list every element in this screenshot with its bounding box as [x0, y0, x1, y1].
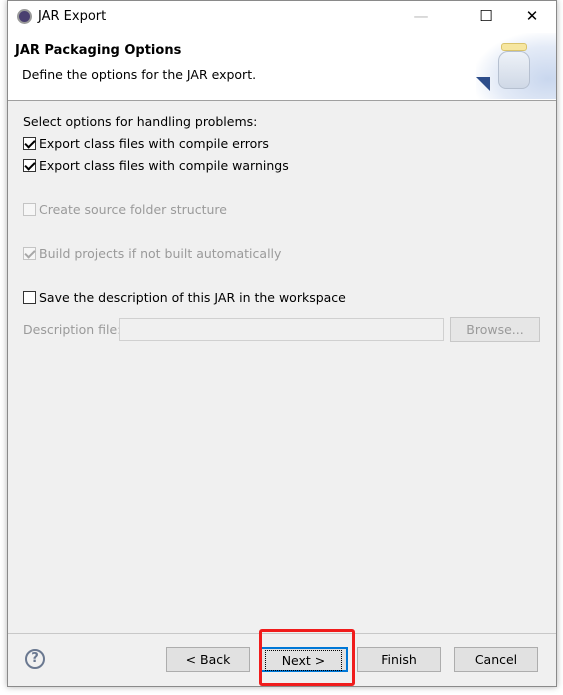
cancel-button[interactable]: Cancel [454, 647, 538, 672]
checkbox-checked-icon [23, 159, 36, 172]
checkbox-icon [23, 203, 36, 216]
page-description: Define the options for the JAR export. [22, 67, 257, 82]
create-source-folder-checkbox[interactable]: Create source folder structure [23, 202, 227, 217]
checkbox-label: Save the description of this JAR in the … [39, 290, 346, 305]
jar-icon [476, 33, 556, 99]
window-title: JAR Export [38, 9, 107, 24]
eclipse-icon [17, 9, 32, 24]
browse-button[interactable]: Browse... [450, 317, 540, 342]
checkbox-icon [23, 291, 36, 304]
save-description-checkbox[interactable]: Save the description of this JAR in the … [23, 290, 346, 305]
checkbox-checked-icon [23, 247, 36, 260]
checkbox-label: Export class files with compile errors [39, 136, 269, 151]
checkbox-checked-icon [23, 137, 36, 150]
jar-export-dialog: JAR Export — ☐ ✕ JAR Packaging Options D… [7, 0, 557, 687]
maximize-button[interactable]: ☐ [471, 7, 501, 25]
checkbox-label: Build projects if not built automaticall… [39, 246, 282, 261]
build-projects-checkbox[interactable]: Build projects if not built automaticall… [23, 246, 281, 261]
section-label: Select options for handling problems: [23, 114, 258, 129]
wizard-header: JAR Packaging Options Define the options… [8, 33, 556, 101]
page-title: JAR Packaging Options [15, 43, 182, 58]
export-errors-checkbox[interactable]: Export class files with compile errors [23, 136, 269, 151]
checkbox-label: Export class files with compile warnings [39, 158, 289, 173]
checkbox-label: Create source folder structure [39, 202, 227, 217]
minimize-button[interactable]: — [406, 7, 436, 25]
highlight-annotation [259, 629, 355, 686]
description-file-input[interactable] [119, 318, 444, 341]
back-button[interactable]: < Back [166, 647, 250, 672]
help-icon[interactable]: ? [25, 649, 45, 669]
finish-button[interactable]: Finish [357, 647, 441, 672]
description-file-label: Description file: [23, 322, 122, 337]
export-warnings-checkbox[interactable]: Export class files with compile warnings [23, 158, 289, 173]
close-button[interactable]: ✕ [517, 7, 547, 25]
title-bar: JAR Export — ☐ ✕ [8, 1, 556, 33]
